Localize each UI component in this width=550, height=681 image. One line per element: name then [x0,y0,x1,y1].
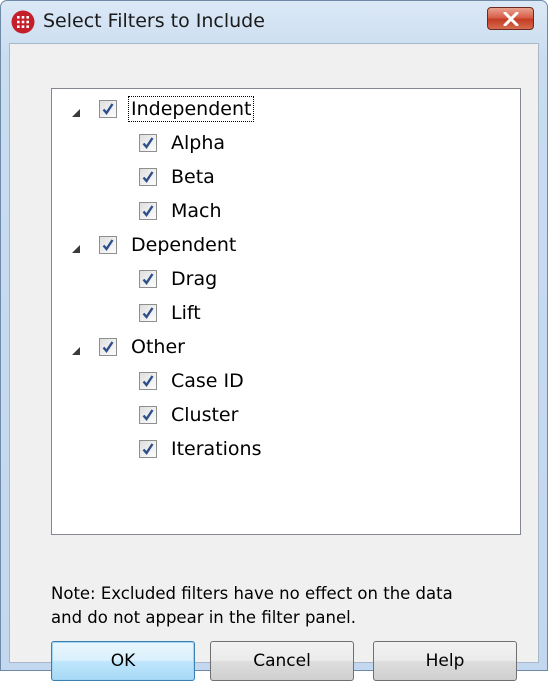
item-checkbox[interactable] [139,270,157,288]
checkmark-icon [142,137,154,149]
checkmark-icon [142,443,154,455]
collapse-arrow-icon[interactable] [69,341,83,355]
item-label: Beta [171,166,215,188]
tree-item-row[interactable]: Cluster [52,399,520,432]
dialog-window: Select Filters to Include Independent Alp… [0,0,548,681]
note-line-2: and do not appear in the filter panel. [51,608,356,627]
item-checkbox[interactable] [139,202,157,220]
tree-group-row[interactable]: Dependent [52,229,520,262]
tree-item-row[interactable]: Iterations [52,433,520,466]
group-label: Other [131,336,185,358]
app-logo-icon [11,10,35,34]
item-checkbox[interactable] [139,440,157,458]
item-checkbox[interactable] [139,406,157,424]
item-label: Lift [171,302,201,324]
tree-item-row[interactable]: Beta [52,161,520,194]
tree-item-row[interactable]: Mach [52,195,520,228]
item-label: Cluster [171,404,239,426]
item-label: Iterations [171,438,262,460]
group-label: Independent [127,96,255,122]
close-icon [503,12,519,26]
checkmark-icon [142,273,154,285]
dialog-body: Independent Alpha Beta Mach Dependent Drag Lif… [9,43,539,681]
item-label: Case ID [171,370,244,392]
group-checkbox[interactable] [99,236,117,254]
item-checkbox[interactable] [139,134,157,152]
tree-item-row[interactable]: Drag [52,263,520,296]
item-label: Alpha [171,132,226,154]
group-checkbox[interactable] [99,338,117,356]
tree-group-row[interactable]: Independent [52,93,520,126]
checkmark-icon [102,239,114,251]
checkmark-icon [102,341,114,353]
tree-group-row[interactable]: Other [52,331,520,364]
item-label: Mach [171,200,222,222]
collapse-arrow-icon[interactable] [69,239,83,253]
ok-button[interactable]: OK [51,641,195,681]
item-checkbox[interactable] [139,168,157,186]
tree-item-row[interactable]: Lift [52,297,520,330]
item-checkbox[interactable] [139,372,157,390]
help-button[interactable]: Help [373,641,517,681]
checkmark-icon [142,375,154,387]
note-text: Note: Excluded filters have no effect on… [51,582,531,630]
checkmark-icon [142,307,154,319]
checkmark-icon [102,103,114,115]
tree-item-row[interactable]: Alpha [52,127,520,160]
group-label: Dependent [131,234,237,256]
checkmark-icon [142,205,154,217]
tree-item-row[interactable]: Case ID [52,365,520,398]
group-checkbox[interactable] [99,100,117,118]
checkmark-icon [142,409,154,421]
collapse-arrow-icon[interactable] [69,103,83,117]
window-title: Select Filters to Include [43,10,265,32]
close-button[interactable] [487,7,534,30]
checkmark-icon [142,171,154,183]
note-line-1: Note: Excluded filters have no effect on… [51,584,453,603]
cancel-button[interactable]: Cancel [210,641,354,681]
item-checkbox[interactable] [139,304,157,322]
item-label: Drag [171,268,218,290]
title-bar[interactable]: Select Filters to Include [1,1,547,45]
filter-tree[interactable]: Independent Alpha Beta Mach Dependent Drag Lif… [51,88,521,535]
